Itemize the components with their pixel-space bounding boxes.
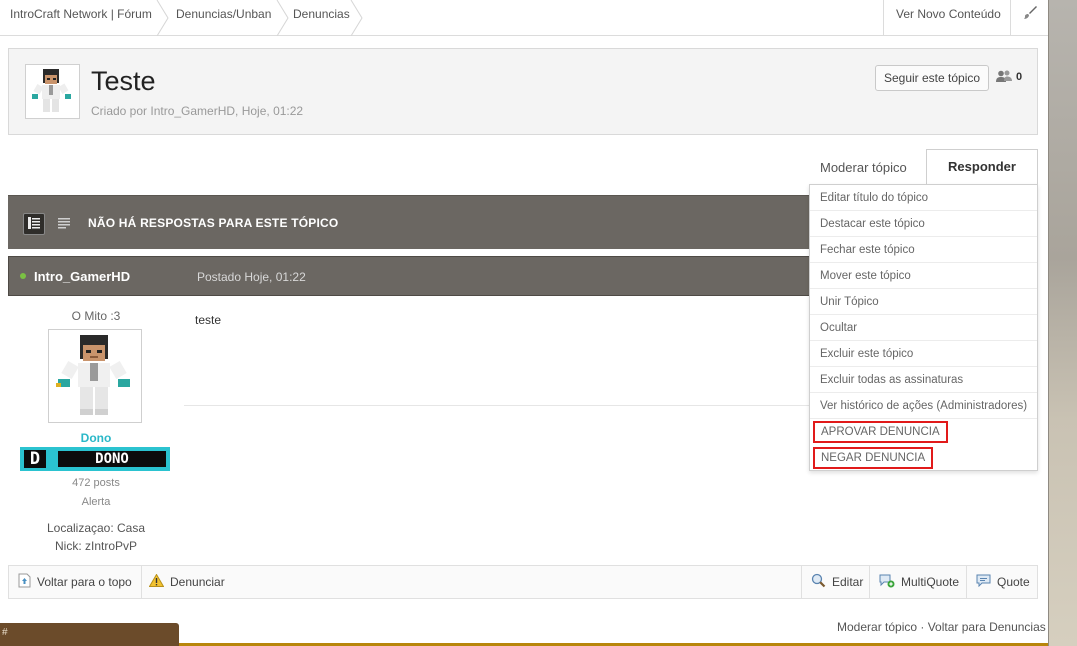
skin-picker-button[interactable]: [1010, 0, 1048, 36]
menu-item-delete-subscriptions[interactable]: Excluir todas as assinaturas: [810, 367, 1037, 393]
topic-header: Teste Criado por Intro_GamerHD, Hoje, 01…: [8, 48, 1038, 135]
footer-topic-links[interactable]: Moderar tópico · Voltar para Denuncias: [837, 620, 1046, 634]
post-content: teste: [195, 313, 222, 327]
new-content-link[interactable]: Ver Novo Conteúdo: [883, 0, 1013, 36]
back-to-top-label: Voltar para o topo: [37, 575, 132, 589]
post-count: 472 posts: [72, 477, 120, 489]
warning-icon: [148, 573, 165, 590]
post-author-avatar[interactable]: [48, 329, 142, 423]
view-mode-full-button[interactable]: [23, 213, 45, 235]
report-label: Denunciar: [170, 575, 225, 589]
quote-label: Quote: [997, 575, 1030, 589]
topic-meta: Criado por Intro_GamerHD, Hoje, 01:22: [91, 104, 304, 118]
menu-item-feature-topic[interactable]: Destacar este tópico: [810, 211, 1037, 237]
online-status-icon: [20, 273, 26, 279]
moderation-dropdown: Editar título do tópico Destacar este tó…: [809, 184, 1038, 471]
follow-topic-button[interactable]: Seguir este tópico: [875, 65, 989, 91]
report-button[interactable]: Denunciar: [140, 566, 234, 598]
edit-magnifier-icon: [811, 573, 826, 591]
list-detailed-icon: [28, 216, 40, 232]
reply-button[interactable]: Responder: [926, 149, 1038, 185]
followers-count[interactable]: 0: [995, 69, 1022, 85]
edit-label: Editar: [832, 575, 864, 589]
menu-item-edit-title[interactable]: Editar título do tópico: [810, 185, 1037, 211]
approve-report-label: APROVAR DENUNCIA: [813, 421, 948, 443]
back-to-top-button[interactable]: Voltar para o topo: [9, 566, 142, 598]
rank-name: Dono: [80, 431, 112, 445]
user-title: O Mito :3: [71, 309, 121, 323]
topic-author-avatar[interactable]: [25, 64, 80, 119]
breadcrumb-item-denuncias-unban[interactable]: Denuncias/Unban: [166, 0, 271, 36]
page-background-right: [1048, 0, 1077, 646]
post-author-info: O Mito :3 Dono D DONO 472 posts Alerta L…: [8, 296, 184, 564]
menu-item-merge-topic[interactable]: Unir Tópico: [810, 289, 1037, 315]
multiquote-button[interactable]: MultiQuote: [869, 566, 968, 598]
nick-field: Nick: zIntroPvP: [54, 539, 138, 553]
post-divider: [184, 405, 810, 406]
rank-badge-letter: D: [24, 450, 46, 468]
post-controls: Voltar para o topo Denunciar Editar Mult…: [8, 565, 1038, 599]
view-mode-compact-button[interactable]: [53, 213, 75, 235]
edit-button[interactable]: Editar: [801, 566, 872, 598]
menu-item-hide[interactable]: Ocultar: [810, 315, 1037, 341]
location-field: Localizaçao: Casa: [46, 521, 146, 535]
breadcrumb-item-forum[interactable]: IntroCraft Network | Fórum: [0, 0, 152, 36]
users-icon: [995, 70, 1013, 85]
multiquote-icon: [879, 574, 895, 591]
followers-count-value: 0: [1016, 71, 1023, 83]
menu-item-close-topic[interactable]: Fechar este tópico: [810, 237, 1037, 263]
menu-item-delete-topic[interactable]: Excluir este tópico: [810, 341, 1037, 367]
breadcrumb-separator: [350, 0, 364, 36]
view-mode-toggle: [23, 213, 75, 235]
chat-tab[interactable]: #: [0, 623, 179, 646]
menu-item-move-topic[interactable]: Mover este tópico: [810, 263, 1037, 289]
page-up-icon: [18, 573, 31, 591]
deny-report-label: NEGAR DENUNCIA: [813, 447, 934, 469]
moderate-topic-menu[interactable]: Moderar tópico: [820, 160, 907, 175]
rank-badge-text: DONO: [58, 451, 166, 467]
list-lines-icon: [58, 217, 70, 232]
speech-bubble-icon: [976, 574, 991, 590]
page-title: Teste: [91, 66, 156, 96]
breadcrumb-item-denuncias[interactable]: Denuncias: [283, 0, 350, 36]
post-date[interactable]: Postado Hoje, 01:22: [197, 270, 306, 284]
warning-label[interactable]: Alerta: [8, 496, 184, 508]
no-replies-label: NÃO HÁ RESPOSTAS PARA ESTE TÓPICO: [88, 216, 339, 230]
menu-item-deny-report[interactable]: NEGAR DENUNCIA: [810, 445, 1037, 471]
multiquote-label: MultiQuote: [901, 575, 960, 589]
menu-item-action-history[interactable]: Ver histórico de ações (Administradores): [810, 393, 1037, 419]
paintbrush-icon: [1022, 5, 1038, 24]
post-author-link[interactable]: Intro_GamerHD: [34, 269, 130, 284]
quote-button[interactable]: Quote: [966, 566, 1039, 598]
rank-badge: D DONO: [20, 447, 170, 471]
menu-item-approve-report[interactable]: APROVAR DENUNCIA: [810, 419, 1037, 445]
breadcrumb: IntroCraft Network | Fórum Denuncias/Unb…: [0, 0, 1048, 36]
